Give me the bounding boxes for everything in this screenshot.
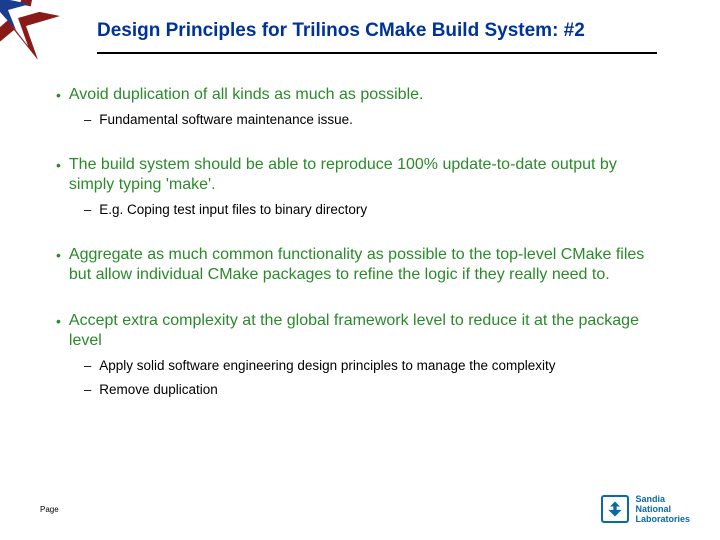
sub-bullet-text: E.g. Coping test input files to binary d… [99,201,367,219]
dash-icon: – [84,381,91,399]
sub-bullet-text: Remove duplication [99,381,218,399]
title-underline [97,52,657,54]
page-label: Page [40,505,59,514]
dash-icon: – [84,357,91,375]
sub-bullet-text: Apply solid software engineering design … [99,357,555,375]
bullet-dot-icon: • [56,85,61,105]
sub-bullet: – Apply solid software engineering desig… [84,357,662,375]
content-area: • Avoid duplication of all kinds as much… [56,85,662,425]
slide: Design Principles for Trilinos CMake Bui… [0,0,720,540]
logo-line: National [635,504,690,514]
sub-bullet: – E.g. Coping test input files to binary… [84,201,662,219]
sandia-logo: Sandia National Laboratories [601,494,690,524]
bullet-main: • Avoid duplication of all kinds as much… [56,85,662,105]
bullet-text: Avoid duplication of all kinds as much a… [69,85,424,105]
thunderbird-icon [601,495,629,523]
bullet-main: • Aggregate as much common functionality… [56,245,662,285]
sub-bullet: – Remove duplication [84,381,662,399]
bullet-group: • Avoid duplication of all kinds as much… [56,85,662,129]
logo-text: Sandia National Laboratories [635,494,690,524]
bullet-text: The build system should be able to repro… [69,155,662,195]
sub-bullet-text: Fundamental software maintenance issue. [99,111,353,129]
logo-line: Sandia [635,494,690,504]
slide-title: Design Principles for Trilinos CMake Bui… [97,20,657,42]
title-block: Design Principles for Trilinos CMake Bui… [97,20,657,54]
bullet-main: • Accept extra complexity at the global … [56,311,662,351]
bullet-group: • Aggregate as much common functionality… [56,245,662,285]
bullet-group: • Accept extra complexity at the global … [56,311,662,399]
bullet-text: Aggregate as much common functionality a… [69,245,662,285]
bullet-dot-icon: • [56,245,61,265]
sub-bullet: – Fundamental software maintenance issue… [84,111,662,129]
bullet-dot-icon: • [56,311,61,331]
bullet-dot-icon: • [56,155,61,175]
dash-icon: – [84,111,91,129]
sub-bullets: – Apply solid software engineering desig… [84,357,662,399]
logo-line: Laboratories [635,514,690,524]
corner-star-graphic [0,0,80,65]
sub-bullets: – E.g. Coping test input files to binary… [84,201,662,219]
bullet-text: Accept extra complexity at the global fr… [69,311,662,351]
dash-icon: – [84,201,91,219]
bullet-main: • The build system should be able to rep… [56,155,662,195]
sub-bullets: – Fundamental software maintenance issue… [84,111,662,129]
bullet-group: • The build system should be able to rep… [56,155,662,219]
